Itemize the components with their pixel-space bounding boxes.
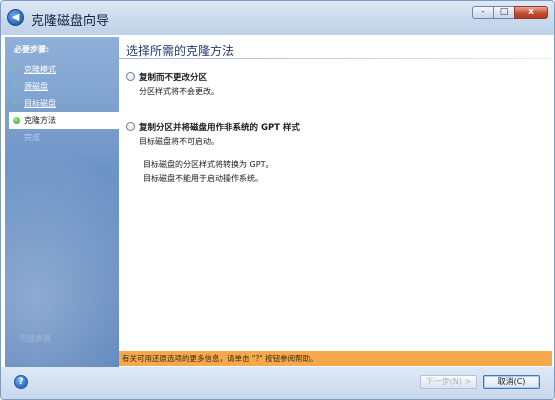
page-title: 选择所需的克隆方法 [126, 44, 235, 58]
sidebar-item-label: 源磁盘 [24, 82, 48, 91]
minimize-button[interactable]: - [472, 6, 494, 19]
check-icon: ✓ [11, 64, 19, 74]
back-arrow-icon[interactable]: ◀ [7, 9, 24, 26]
option-keep-partitions-description: 分区样式将不会更改。 [139, 87, 219, 96]
sidebar-heading: 必要步骤: [14, 45, 50, 54]
option-gpt-radio[interactable] [126, 122, 135, 131]
info-bar: 有关可用还原选项的更多信息，请单击 "?" 按钮参阅帮助。 [119, 351, 552, 366]
optional-steps-label: 可选步骤 [19, 334, 51, 343]
wizard-window: ◀ 克隆磁盘向导 - □ x 必要步骤: ✓ 克隆模式 ✓ 源磁盘 ✓ 目标磁盘 [0, 0, 555, 400]
sidebar-item-label: 克隆方法 [24, 116, 56, 125]
current-step-icon [13, 117, 20, 124]
option-keep-partitions-radio[interactable] [126, 72, 135, 81]
title-divider [119, 58, 552, 59]
caption-buttons: - □ x [472, 6, 548, 20]
check-icon: ✓ [11, 81, 19, 91]
sidebar-item-finish: 完成 [5, 129, 119, 146]
option-keep-partitions-label[interactable]: 复制而不更改分区 [139, 71, 207, 83]
close-button[interactable]: x [514, 6, 548, 19]
option-gpt-description: 目标磁盘将不可启动。 [139, 137, 219, 146]
window-title: 克隆磁盘向导 [31, 14, 110, 29]
cancel-button[interactable]: 取消(C) [483, 375, 540, 389]
main-panel: 选择所需的克隆方法 复制而不更改分区 分区样式将不会更改。 复制分区并将磁盘用作… [119, 37, 552, 351]
maximize-button[interactable]: □ [493, 6, 515, 19]
sidebar-item-clone-mode[interactable]: ✓ 克隆模式 [5, 61, 119, 78]
footer-bar: ? 下一步(N) > 取消(C) [1, 367, 554, 399]
check-icon: ✓ [11, 98, 19, 108]
sidebar-item-clone-method[interactable]: 克隆方法 [9, 112, 119, 129]
sidebar-item-label: 克隆模式 [24, 65, 56, 74]
help-icon[interactable]: ? [14, 375, 28, 389]
option-gpt-note-boot: 目标磁盘不能用于启动操作系统。 [143, 174, 263, 183]
steps-sidebar: 必要步骤: ✓ 克隆模式 ✓ 源磁盘 ✓ 目标磁盘 克隆方法 完成 可选步骤 [5, 37, 119, 367]
sidebar-item-label: 目标磁盘 [24, 99, 56, 108]
option-gpt-note-convert: 目标磁盘的分区样式将转换为 GPT。 [143, 160, 274, 169]
steps-list: ✓ 克隆模式 ✓ 源磁盘 ✓ 目标磁盘 克隆方法 完成 [5, 61, 119, 146]
sidebar-item-label: 完成 [24, 133, 40, 142]
next-button[interactable]: 下一步(N) > [420, 375, 477, 389]
sidebar-item-source-disk[interactable]: ✓ 源磁盘 [5, 78, 119, 95]
title-bar: ◀ 克隆磁盘向导 - □ x [1, 1, 554, 35]
option-gpt-label[interactable]: 复制分区并将磁盘用作非系统的 GPT 样式 [139, 121, 300, 133]
sidebar-item-target-disk[interactable]: ✓ 目标磁盘 [5, 95, 119, 112]
